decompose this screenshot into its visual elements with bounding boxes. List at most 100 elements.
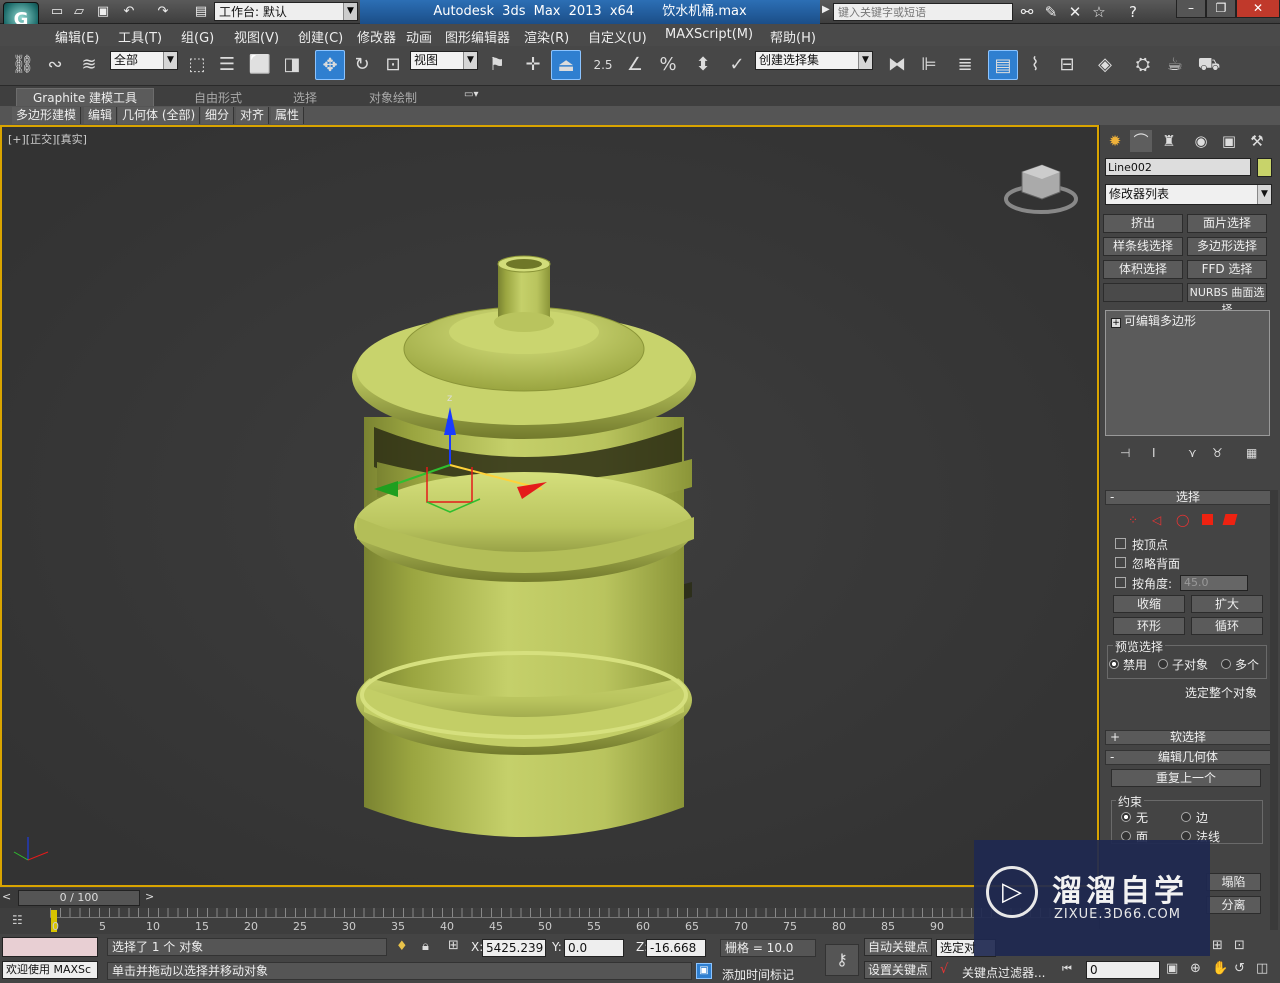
zoom-extents-icon[interactable]: ⊡ [1234, 938, 1245, 953]
constraint-edge-radio[interactable] [1181, 812, 1191, 822]
edit-named-selection-icon[interactable]: ✓ [722, 50, 752, 80]
mini-curve-editor-icon[interactable]: ☷ [12, 913, 23, 927]
subtab-align[interactable]: 对齐 [236, 107, 270, 124]
extrude-button[interactable]: 挤出 [1103, 214, 1183, 233]
menu-views[interactable]: 视图(V) [234, 27, 279, 46]
display-tab-icon[interactable]: ▣ [1218, 130, 1240, 152]
menu-help[interactable]: 帮助(H) [770, 27, 816, 46]
next-frame-icon[interactable]: > [145, 890, 154, 903]
selection-lock-icon[interactable]: 🔒︎ [422, 939, 429, 954]
z-coordinate-field[interactable]: -16.668 [646, 939, 706, 957]
border-subobject-icon[interactable]: ◯ [1176, 513, 1189, 527]
perspective-viewport[interactable]: [+][正交][真实] z [0, 125, 1099, 887]
unlink-icon[interactable]: ∾ [40, 50, 70, 80]
subtab-subdivision[interactable]: 细分 [201, 107, 235, 124]
angle-spinner[interactable]: 45.0 [1180, 575, 1248, 591]
set-key-icon[interactable]: ⚷ [825, 944, 859, 976]
make-unique-icon[interactable]: ⋎ [1188, 446, 1197, 460]
close-button[interactable]: ✕ [1236, 0, 1280, 18]
mirror-icon[interactable]: ⧓ [882, 50, 912, 80]
spinner-snap-icon[interactable]: ⬍ [688, 50, 718, 80]
selection-filter-dropdown[interactable]: 全部 ▼ [110, 51, 178, 70]
object-name-field[interactable]: Line002 [1105, 158, 1251, 176]
menu-customize[interactable]: 自定义(U) [588, 27, 647, 46]
motion-tab-icon[interactable]: ◉ [1190, 130, 1212, 152]
shrink-button[interactable]: 收缩 [1113, 595, 1185, 613]
ring-button[interactable]: 环形 [1113, 617, 1185, 635]
angle-snap-icon[interactable]: ∠ [620, 50, 650, 80]
edit-geometry-rollout-header[interactable]: - 编辑几何体 [1105, 750, 1271, 765]
maxscript-listener-pink[interactable] [2, 937, 98, 957]
create-tab-icon[interactable]: ✹ [1104, 130, 1126, 152]
snaps-toggle-icon[interactable]: 2.5 [588, 50, 618, 80]
binoculars-icon[interactable]: ⚯ [1016, 2, 1038, 22]
region-zoom-icon[interactable]: ⊕ [1190, 961, 1201, 976]
workspace-dropdown[interactable]: 工作台: 默认 ▼ [214, 2, 358, 21]
ribbon-options-icon[interactable]: ▭▾ [464, 89, 478, 100]
pivot-center-icon[interactable]: ⚑ [482, 50, 512, 80]
new-file-icon[interactable]: ▭ [48, 3, 66, 20]
tab-freeform[interactable]: 自由形式 [194, 89, 242, 106]
loop-button[interactable]: 循环 [1191, 617, 1263, 635]
time-slider-thumb[interactable]: 0 / 100 [18, 890, 140, 906]
tab-graphite-modeling[interactable]: Graphite 建模工具 [16, 88, 155, 106]
menu-edit[interactable]: 编辑(E) [55, 27, 99, 46]
selection-rollout-header[interactable]: - 选择 [1105, 490, 1271, 505]
grow-button[interactable]: 扩大 [1191, 595, 1263, 613]
polygon-subobject-icon[interactable] [1202, 514, 1213, 525]
schematic-view-icon[interactable]: ⊟ [1052, 50, 1082, 80]
minimize-button[interactable]: – [1176, 0, 1206, 18]
water-bucket-model[interactable] [352, 255, 696, 837]
menu-group[interactable]: 组(G) [181, 27, 214, 46]
favorites-star-icon[interactable]: ☆ [1088, 2, 1110, 22]
current-frame-field[interactable]: 0 [1086, 961, 1160, 979]
menu-tools[interactable]: 工具(T) [118, 27, 162, 46]
render-setup-icon[interactable]: ⛭ [1128, 50, 1158, 80]
by-angle-checkbox[interactable] [1115, 577, 1126, 588]
exchange-icon[interactable]: ✕ [1064, 2, 1086, 22]
menu-graph-editors[interactable]: 图形编辑器 [445, 27, 510, 46]
time-config-icon[interactable]: ⏮ [1062, 962, 1072, 976]
vol-select-button[interactable]: 体积选择 [1103, 260, 1183, 279]
field-of-view-icon[interactable]: ▣ [1166, 961, 1178, 976]
expand-plus-icon[interactable]: + [1111, 318, 1121, 328]
graphite-toggle-icon[interactable]: ▤ [988, 50, 1018, 80]
vertex-subobject-icon[interactable]: ⁘ [1128, 513, 1138, 527]
subtab-polygon-modeling[interactable]: 多边形建模 [12, 107, 82, 124]
orbit-icon[interactable]: ↺ [1234, 961, 1245, 976]
patch-select-button[interactable]: 面片选择 [1187, 214, 1267, 233]
soft-selection-rollout-header[interactable]: + 软选择 [1105, 730, 1271, 745]
prev-frame-icon[interactable]: < [2, 890, 11, 903]
preview-subobject-radio[interactable] [1158, 659, 1168, 669]
redo-icon[interactable]: ↷ [154, 3, 172, 20]
manipulate-icon[interactable]: ✛ [518, 50, 548, 80]
undo-icon[interactable]: ↶ [120, 3, 138, 20]
set-key-button[interactable]: 设置关键点 [864, 961, 932, 979]
viewcube-icon[interactable] [1004, 164, 1078, 214]
edge-subobject-icon[interactable]: ◁ [1152, 513, 1161, 527]
search-input[interactable]: 键入关键字或短语 [833, 3, 1013, 21]
expand-arrow-icon[interactable]: ▶ [822, 4, 830, 15]
tab-object-paint[interactable]: 对象绘制 [369, 89, 417, 106]
project-folder-icon[interactable]: ▤ [192, 3, 210, 20]
curve-editor-icon[interactable]: ⌇ [1020, 50, 1050, 80]
poly-select-button[interactable]: 多边形选择 [1187, 237, 1267, 256]
select-by-name-icon[interactable]: ☰ [212, 50, 242, 80]
element-subobject-icon[interactable] [1222, 514, 1238, 525]
collapse-button[interactable]: 塌陷 [1206, 873, 1261, 891]
modifier-stack[interactable]: + 可编辑多边形 [1105, 310, 1270, 436]
by-vertex-checkbox[interactable] [1115, 538, 1126, 549]
ffd-select-button[interactable]: FFD 选择 [1187, 260, 1267, 279]
ignore-backfacing-checkbox[interactable] [1115, 557, 1126, 568]
named-selection-dropdown[interactable]: 创建选择集 ▼ [755, 51, 873, 70]
pin-stack-icon[interactable]: ⊣ [1120, 446, 1130, 460]
configure-sets-icon[interactable]: ▦ [1246, 446, 1257, 460]
detach-button[interactable]: 分离 [1206, 896, 1261, 914]
empty-modifier-button[interactable] [1103, 283, 1183, 302]
select-and-move-icon[interactable]: ✥ [315, 50, 345, 80]
communication-icon[interactable]: ✎ [1040, 2, 1062, 22]
layer-manager-icon[interactable]: ≣ [950, 50, 980, 80]
material-editor-icon[interactable]: ◈ [1090, 50, 1120, 80]
subtab-geometry-all[interactable]: 几何体 (全部) [118, 107, 201, 124]
time-tag-icon[interactable]: ▣ [696, 963, 712, 979]
